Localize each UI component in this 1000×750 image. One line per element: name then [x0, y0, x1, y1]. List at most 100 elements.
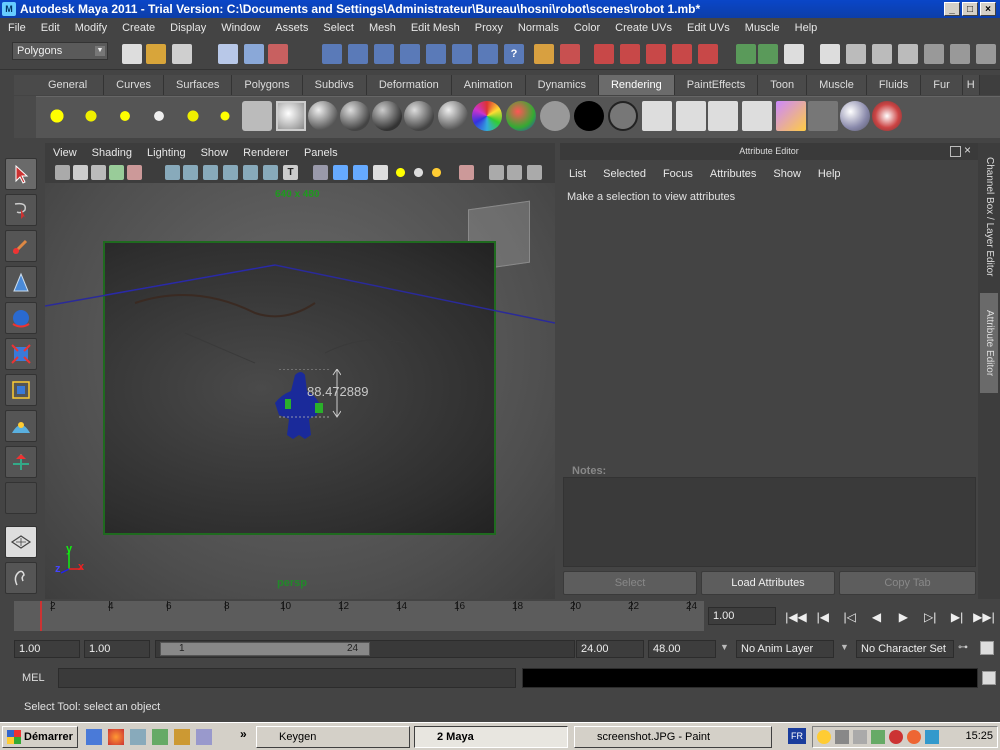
- wireframe-icon[interactable]: [313, 165, 328, 180]
- time-slider[interactable]: 2 4 6 8 10 12 14 16 18 20 22 24: [14, 601, 704, 631]
- toon-icon[interactable]: [808, 101, 838, 131]
- render-settings-icon[interactable]: [672, 44, 692, 64]
- layered-icon[interactable]: [438, 101, 468, 131]
- phong-icon[interactable]: [340, 101, 370, 131]
- step-back-frame-icon[interactable]: |◁: [838, 610, 862, 624]
- attribute-editor-tab[interactable]: Attribute Editor: [980, 293, 998, 393]
- tab-curves[interactable]: Curves: [104, 75, 164, 95]
- volume-light-icon[interactable]: [210, 101, 240, 131]
- dots-display-icon[interactable]: [898, 44, 918, 64]
- preferences-icon[interactable]: [980, 641, 994, 655]
- shadow-shader-icon[interactable]: [574, 101, 604, 131]
- menu-assets[interactable]: Assets: [267, 22, 315, 34]
- show-manipulator-icon[interactable]: [5, 446, 37, 478]
- panel-menu-renderer[interactable]: Renderer: [235, 147, 296, 159]
- surface-shader-icon[interactable]: [506, 101, 536, 131]
- rotate-tool-icon[interactable]: [5, 302, 37, 334]
- ramp-shader-icon[interactable]: [472, 101, 502, 131]
- character-set-field[interactable]: No Character Set: [856, 640, 954, 658]
- menu-color[interactable]: Color: [566, 22, 607, 34]
- tab-subdivs[interactable]: Subdivs: [302, 75, 367, 95]
- tray-icon[interactable]: [817, 730, 831, 744]
- menu-help[interactable]: Help: [787, 22, 825, 34]
- menu-create-uvs[interactable]: Create UVs: [607, 22, 679, 34]
- move-tool-icon[interactable]: [5, 266, 37, 298]
- snap-live-icon[interactable]: [426, 44, 446, 64]
- default-lighting-icon[interactable]: [393, 165, 408, 180]
- script-editor-icon[interactable]: [982, 671, 996, 685]
- ae-menu-selected[interactable]: Selected: [594, 168, 654, 180]
- menu-select[interactable]: Select: [315, 22, 361, 34]
- close-panel-icon[interactable]: ×: [964, 143, 971, 157]
- mel-label[interactable]: MEL: [22, 672, 45, 684]
- menu-display[interactable]: Display: [162, 22, 213, 34]
- tab-dynamics[interactable]: Dynamics: [525, 75, 599, 95]
- construction-icon[interactable]: [478, 44, 498, 64]
- tray-icon[interactable]: [925, 730, 939, 744]
- play-backward-icon[interactable]: ◀: [865, 610, 889, 624]
- close-button[interactable]: ×: [980, 2, 996, 16]
- bookmark-icon[interactable]: [91, 165, 106, 180]
- snap-curve-icon[interactable]: [348, 44, 368, 64]
- scale-tool-icon[interactable]: [5, 338, 37, 370]
- paint-brush-icon[interactable]: [872, 101, 902, 131]
- char-set-dropdown-icon[interactable]: ▼: [840, 642, 849, 652]
- tab-hair[interactable]: H: [962, 75, 980, 95]
- ae-menu-attributes[interactable]: Attributes: [701, 168, 764, 180]
- snap-point-icon[interactable]: [374, 44, 394, 64]
- tab-general[interactable]: General: [14, 75, 105, 95]
- tab-deformation[interactable]: Deformation: [366, 75, 452, 95]
- channel-box-tab[interactable]: Channel Box / Layer Editor: [980, 147, 998, 287]
- clapboard-icon[interactable]: [820, 44, 840, 64]
- all-lights-icon[interactable]: [411, 165, 426, 180]
- lasso-tool-icon[interactable]: [5, 194, 37, 226]
- maximize-button[interactable]: □: [962, 2, 978, 16]
- menu-proxy[interactable]: Proxy: [467, 22, 510, 34]
- menu-file[interactable]: File: [0, 22, 33, 34]
- soft-mod-tool-icon[interactable]: [5, 410, 37, 442]
- list-icon[interactable]: [950, 44, 970, 64]
- 3d-viewport[interactable]: 640 x 480 88.472889 y x z persp: [45, 183, 555, 599]
- spot-light-icon[interactable]: [144, 101, 174, 131]
- mel-input[interactable]: [58, 668, 516, 688]
- magnet-icon[interactable]: [560, 44, 580, 64]
- lambert-icon[interactable]: [276, 101, 306, 131]
- anim-layer-dropdown-icon[interactable]: ▼: [720, 642, 729, 652]
- xray-icon[interactable]: [489, 165, 504, 180]
- sidebar-toggle-icon[interactable]: [758, 44, 778, 64]
- show-desktop-icon[interactable]: [86, 729, 102, 745]
- resolution-gate-icon[interactable]: [203, 165, 218, 180]
- ipr-render-icon[interactable]: [646, 44, 666, 64]
- area-light-icon[interactable]: [178, 101, 208, 131]
- outliner-layout-icon[interactable]: [5, 562, 37, 594]
- menu-muscle[interactable]: Muscle: [737, 22, 787, 34]
- panel-menu-shading[interactable]: Shading: [84, 147, 139, 159]
- step-forward-frame-icon[interactable]: ▷|: [918, 610, 942, 624]
- task-maya[interactable]: 2 Maya: [414, 726, 568, 748]
- ae-menu-show[interactable]: Show: [764, 168, 809, 180]
- layout-icon[interactable]: [846, 44, 866, 64]
- wireframe-on-shaded-icon[interactable]: [353, 165, 368, 180]
- grease-pencil-icon[interactable]: [127, 165, 142, 180]
- go-to-end-icon[interactable]: ▶▶|: [972, 610, 996, 624]
- start-button[interactable]: Démarrer: [2, 726, 78, 748]
- language-indicator[interactable]: FR: [788, 728, 806, 744]
- app-icon[interactable]: [174, 729, 190, 745]
- panel-layout-icon[interactable]: [924, 44, 944, 64]
- open-scene-icon[interactable]: [146, 44, 166, 64]
- copy-tab-button[interactable]: Copy Tab: [839, 571, 976, 595]
- camera-icon[interactable]: [242, 101, 272, 131]
- ambient-light-icon[interactable]: [42, 101, 72, 131]
- snap-plane-icon[interactable]: [400, 44, 420, 64]
- grid-toggle-icon[interactable]: [165, 165, 180, 180]
- load-attributes-button[interactable]: Load Attributes: [701, 571, 835, 595]
- shelf-menu-handle[interactable]: [14, 96, 36, 138]
- firefox-icon[interactable]: [108, 729, 124, 745]
- render-view-icon[interactable]: [594, 44, 614, 64]
- select-button[interactable]: Select: [563, 571, 697, 595]
- menu-create[interactable]: Create: [114, 22, 162, 34]
- lock-icon[interactable]: [534, 44, 554, 64]
- ae-menu-help[interactable]: Help: [809, 168, 849, 180]
- point-light-icon[interactable]: [110, 101, 140, 131]
- tab-polygons[interactable]: Polygons: [232, 75, 303, 95]
